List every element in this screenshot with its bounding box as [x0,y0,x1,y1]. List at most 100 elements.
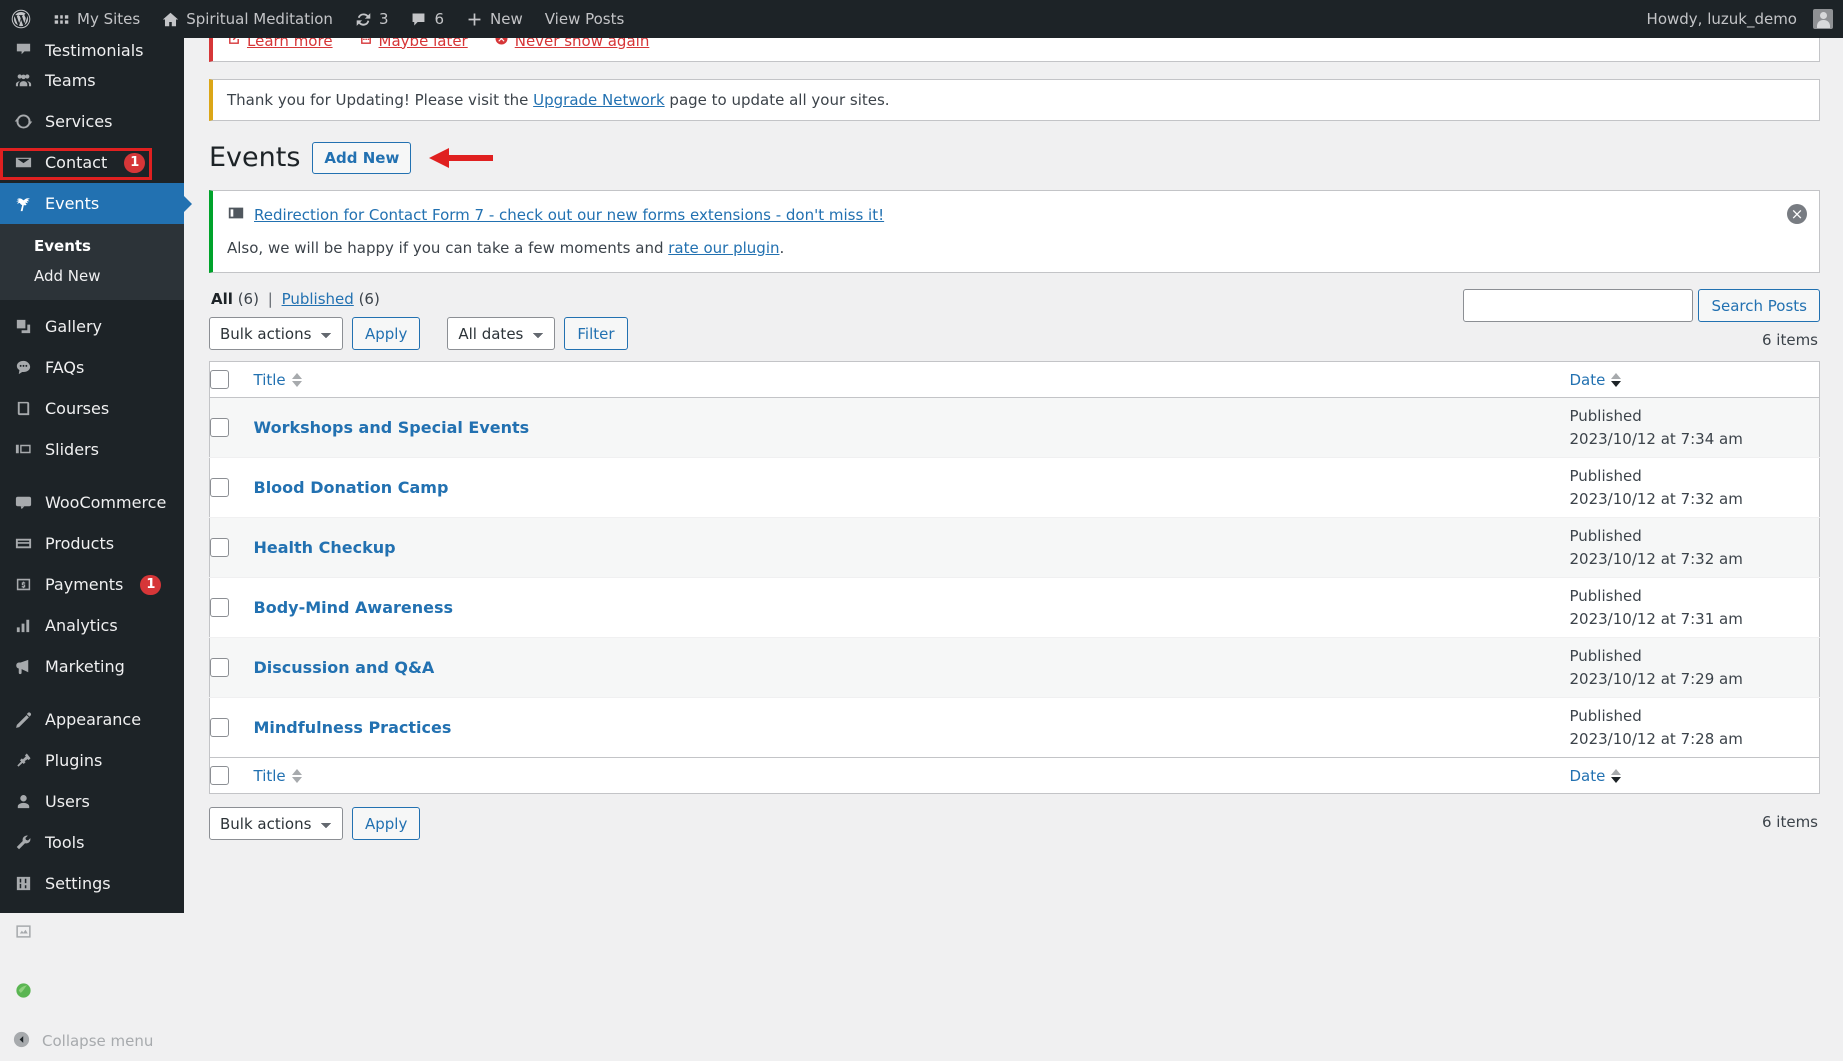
row-checkbox-cell [210,638,254,698]
row-title-cell: Blood Donation Camp [254,458,1570,518]
rate-our-plugin-link[interactable]: rate our plugin [668,239,779,257]
payments-badge: 1 [140,574,162,595]
menu-separator [0,958,184,970]
sidebar-item-tools[interactable]: Tools [0,822,184,863]
filter-link-all[interactable]: All [211,290,233,308]
sidebar-item-marketing[interactable]: Marketing [0,646,184,687]
sidebar-item-services[interactable]: Services [0,101,184,142]
sidebar-item-settings[interactable]: Settings [0,863,184,904]
row-date-cell: Published 2023/10/12 at 7:32 am [1570,518,1820,578]
comment-bubble-icon [410,11,427,28]
bulk-actions-select-top[interactable]: Bulk actions [209,317,343,350]
row-checkbox[interactable] [210,598,229,617]
cf7-line2-suffix: . [779,239,785,257]
event-title-link[interactable]: Health Checkup [254,538,396,557]
plugin-cart-bar-icon [12,980,34,1002]
howdy-label: Howdy, luzuk_demo [1646,10,1797,28]
sidebar-item-categories-images[interactable]: Categories Images [0,904,184,958]
cf7-headline-link[interactable]: Redirection for Contact Form 7 - check o… [254,206,884,224]
sidebar-item-payments[interactable]: Payments 1 [0,564,184,605]
row-checkbox[interactable] [210,478,229,497]
sidebar-item-analytics[interactable]: Analytics [0,605,184,646]
event-title-link[interactable]: Body-Mind Awareness [254,598,454,617]
admin-bar: My Sites Spiritual Meditation 3 6 New Vi… [0,0,1843,38]
add-new-button[interactable]: Add New [312,142,412,174]
select-all-checkbox-bottom[interactable] [210,766,229,785]
search-posts-button[interactable]: Search Posts [1698,289,1820,322]
apply-button-bottom[interactable]: Apply [352,807,421,840]
items-count-top: 6 items [1761,331,1818,349]
row-checkbox[interactable] [210,538,229,557]
admin-bar-new[interactable]: New [455,0,534,38]
sidebar-item-faqs[interactable]: FAQs [0,347,184,388]
date-filter-select[interactable]: All dates [447,317,556,350]
cf7-line2-prefix: Also, we will be happy if you can take a… [227,239,669,257]
gtranslate-maybe-later-link[interactable]: Maybe later [359,38,468,50]
sidebar-item-events[interactable]: Events [0,183,192,224]
row-date: 2023/10/12 at 7:32 am [1569,549,1743,568]
search-input[interactable] [1463,289,1694,322]
admin-bar-updates[interactable]: 3 [344,0,400,38]
upgrade-network-link[interactable]: Upgrade Network [533,91,665,109]
date-column-label: Date [1569,766,1606,785]
sidebar-item-plugin-cart-bar[interactable]: Plugin Cart Bar [0,970,184,1011]
dismiss-notice-button[interactable]: × [1787,204,1807,224]
row-checkbox-cell [210,698,254,758]
sort-by-title-link-bottom[interactable]: Title [254,767,302,785]
row-date-cell: Published 2023/10/12 at 7:34 am [1570,398,1820,458]
sidebar-item-testimonials[interactable]: Testimonials [0,38,184,60]
admin-bar-my-sites[interactable]: My Sites [42,0,151,38]
sidebar-item-plugins[interactable]: Plugins [0,740,184,781]
admin-bar-comments[interactable]: 6 [399,0,455,38]
sidebar-item-label: Sliders [45,439,99,459]
sidebar-item-woocommerce[interactable]: WooCommerce [0,482,184,523]
select-all-checkbox-top[interactable] [210,370,229,389]
sort-by-title-link-top[interactable]: Title [254,371,302,389]
wordpress-logo-button[interactable] [0,0,42,38]
sidebar-item-teams[interactable]: Teams [0,60,184,101]
event-title-link[interactable]: Discussion and Q&A [254,658,435,677]
sidebar-item-label: Plugins [45,750,103,770]
row-checkbox[interactable] [210,658,229,677]
sort-by-date-link-top[interactable]: Date [1570,371,1622,389]
forms-list-icon [227,204,245,226]
sidebar-item-label: Tools [45,832,85,852]
learn-more-label: Learn more [247,38,333,50]
submenu-item-add-new[interactable]: Add New [0,261,184,291]
row-title-cell: Health Checkup [254,518,1570,578]
sidebar-item-users[interactable]: Users [0,781,184,822]
table-row: Discussion and Q&A Published 2023/10/12 … [209,637,1820,698]
gtranslate-never-show-link[interactable]: Never show again [494,38,649,50]
date-column-label: Date [1569,370,1606,389]
row-date-cell: Published 2023/10/12 at 7:31 am [1570,578,1820,638]
apply-button-top[interactable]: Apply [352,317,421,350]
gtranslate-learn-more-link[interactable]: Learn more [227,38,333,50]
sidebar-item-products[interactable]: Products [0,523,184,564]
sort-arrows-icon [1611,768,1622,783]
row-status: Published [1569,647,1642,665]
admin-bar-site-name[interactable]: Spiritual Meditation [151,0,344,38]
analytics-bars-icon [12,615,34,637]
event-title-link[interactable]: Mindfulness Practices [254,718,452,737]
update-notice-prefix: Thank you for Updating! Please visit the [227,91,534,109]
admin-bar-account[interactable]: Howdy, luzuk_demo [1636,0,1833,38]
sidebar-item-appearance[interactable]: Appearance [0,699,184,740]
sort-by-date-link-bottom[interactable]: Date [1570,767,1622,785]
sidebar-item-contact[interactable]: Contact 1 [0,142,184,183]
row-checkbox[interactable] [210,418,229,437]
bulk-actions-select-bottom[interactable]: Bulk actions [209,807,343,840]
filter-button[interactable]: Filter [564,317,628,350]
sidebar-item-courses[interactable]: Courses [0,388,184,429]
sidebar-item-sliders[interactable]: Sliders [0,429,184,470]
row-checkbox[interactable] [210,718,229,737]
event-title-link[interactable]: Blood Donation Camp [254,478,449,497]
admin-bar-view-posts[interactable]: View Posts [534,0,636,38]
table-header-row: Title Date [209,361,1820,398]
submenu-item-events[interactable]: Events [0,231,184,261]
page-title: Events [209,142,301,174]
sliders-icon [12,439,34,461]
event-title-link[interactable]: Workshops and Special Events [254,418,530,437]
filter-link-published[interactable]: Published [282,290,354,308]
collapse-menu-button[interactable]: Collapse menu [0,1021,184,1061]
sidebar-item-gallery[interactable]: Gallery [0,306,184,347]
